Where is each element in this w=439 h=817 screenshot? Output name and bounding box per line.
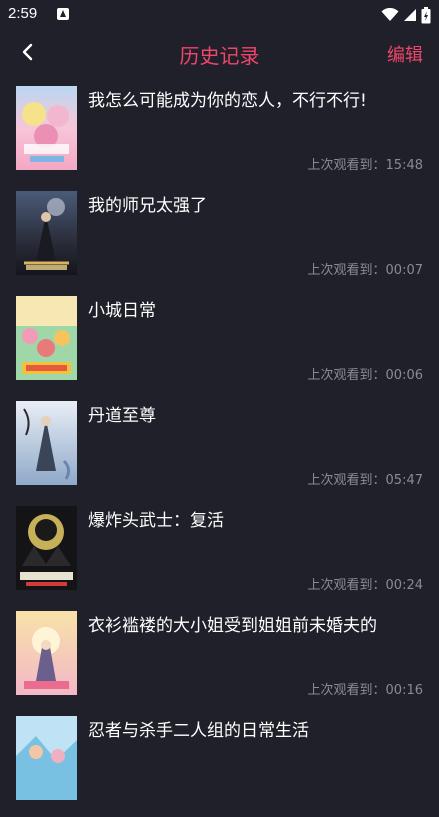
last-watched-time: 00:16	[385, 683, 423, 698]
page-title: 历史记录	[179, 44, 260, 68]
last-watched-time: 00:06	[385, 368, 423, 383]
status-bar: 2:59	[0, 0, 439, 30]
cover-image	[16, 296, 77, 380]
signal-icon	[404, 9, 416, 21]
status-time: 2:59	[8, 5, 38, 22]
last-watched-time: 00:24	[385, 578, 423, 593]
last-watched-time: 00:07	[385, 263, 423, 278]
last-watched-prefix: 上次观看到：	[307, 473, 386, 488]
history-item[interactable]: 我怎么可能成为你的恋人，不行不行! 上次观看到：15:48	[0, 82, 439, 187]
last-watched: 上次观看到：15:48	[308, 154, 423, 173]
item-title: 忍者与杀手二人组的日常生活	[88, 721, 309, 741]
last-watched: 上次观看到：00:16	[308, 679, 423, 698]
last-watched-time: 15:48	[385, 158, 423, 173]
last-watched: 上次观看到：00:07	[308, 259, 423, 278]
history-item[interactable]: 爆炸头武士：复活 上次观看到：00:24	[0, 502, 439, 607]
app-notification-icon	[57, 8, 69, 20]
last-watched-prefix: 上次观看到：	[307, 578, 386, 593]
last-watched-prefix: 上次观看到：	[307, 368, 386, 383]
history-item[interactable]: 我的师兄太强了 上次观看到：00:07	[0, 187, 439, 292]
edit-button[interactable]: 编辑	[387, 41, 423, 67]
item-title: 爆炸头武士：复活	[88, 511, 224, 531]
header: 历史记录 编辑	[0, 30, 439, 76]
last-watched-prefix: 上次观看到：	[307, 683, 386, 698]
item-title: 衣衫褴褛的大小姐受到姐姐前未婚夫的	[88, 616, 377, 636]
last-watched-time: 05:47	[385, 473, 423, 488]
history-item[interactable]: 小城日常 上次观看到：00:06	[0, 292, 439, 397]
history-list: 我怎么可能成为你的恋人，不行不行! 上次观看到：15:48 我的师兄太强了 上次…	[0, 82, 439, 817]
history-item[interactable]: 衣衫褴褛的大小姐受到姐姐前未婚夫的 上次观看到：00:16	[0, 607, 439, 712]
item-title: 我怎么可能成为你的恋人，不行不行!	[88, 91, 367, 111]
cover-image	[16, 506, 77, 590]
history-item[interactable]: 忍者与杀手二人组的日常生活	[0, 712, 439, 817]
cover-image	[16, 86, 77, 170]
item-title: 丹道至尊	[88, 406, 156, 426]
battery-icon	[421, 6, 431, 23]
history-item[interactable]: 丹道至尊 上次观看到：05:47	[0, 397, 439, 502]
last-watched: 上次观看到：05:47	[308, 469, 423, 488]
cover-image	[16, 401, 77, 485]
last-watched: 上次观看到：00:06	[308, 364, 423, 383]
cover-image	[16, 611, 77, 695]
cover-image	[16, 191, 77, 275]
last-watched-prefix: 上次观看到：	[307, 158, 386, 173]
cover-image	[16, 716, 77, 800]
item-title: 小城日常	[88, 301, 156, 321]
last-watched-prefix: 上次观看到：	[307, 263, 386, 278]
last-watched: 上次观看到：00:24	[308, 574, 423, 593]
wifi-icon	[381, 8, 399, 21]
status-icons	[381, 5, 431, 25]
item-title: 我的师兄太强了	[88, 196, 207, 216]
